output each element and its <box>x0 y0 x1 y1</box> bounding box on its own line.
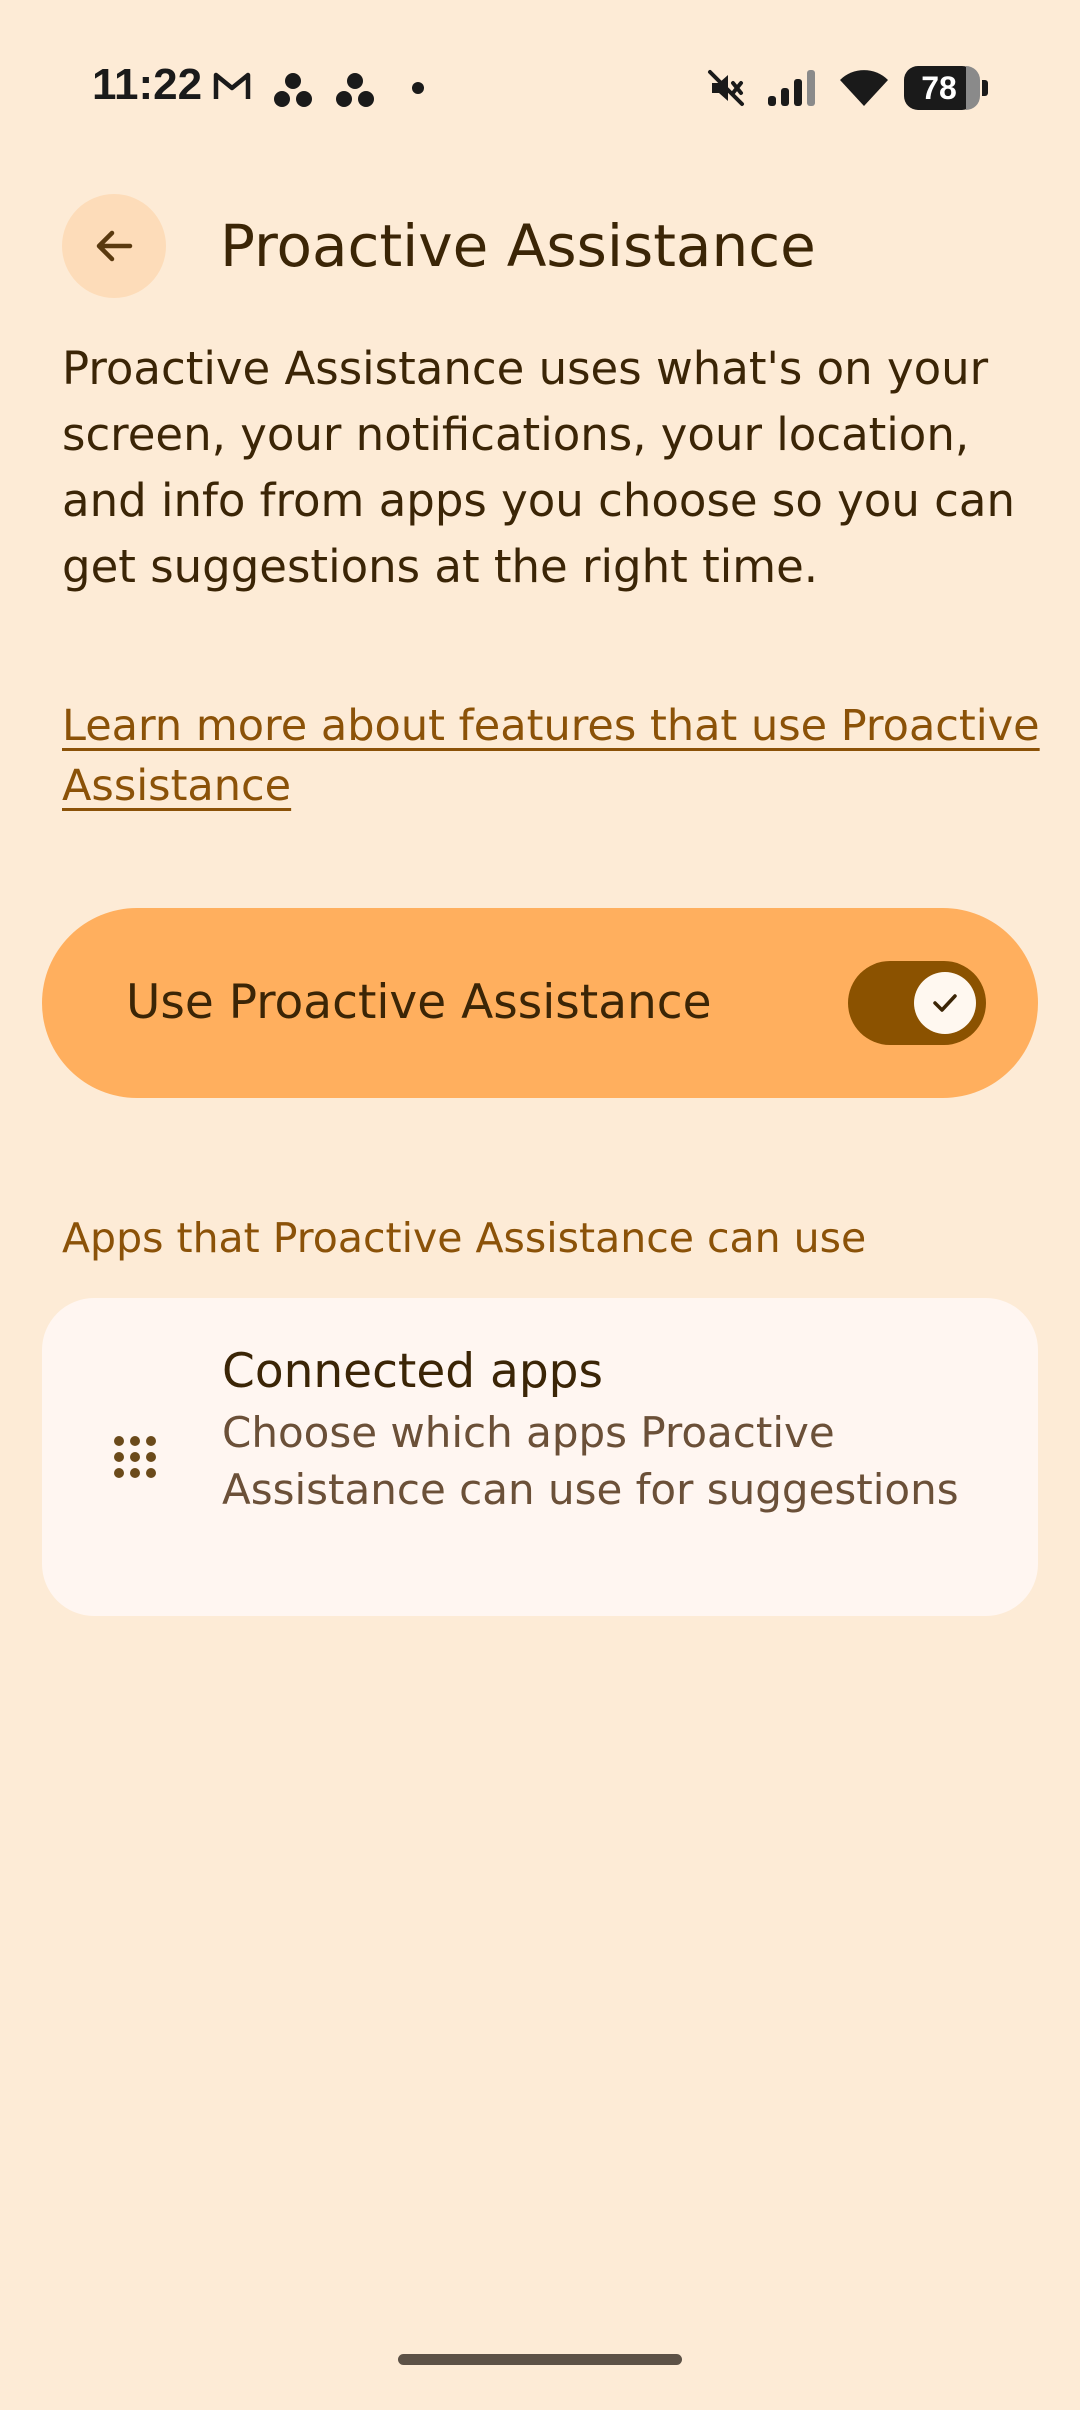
use-proactive-assistance-switch[interactable] <box>848 961 986 1045</box>
learn-more-link[interactable]: Learn more about features that use Proac… <box>62 696 1042 816</box>
toggle-label: Use Proactive Assistance <box>126 975 712 1030</box>
section-header: Apps that Proactive Assistance can use <box>62 1214 867 1262</box>
use-proactive-assistance-toggle-row[interactable]: Use Proactive Assistance <box>42 908 1038 1098</box>
gmail-icon <box>213 72 251 99</box>
switch-thumb <box>914 972 976 1034</box>
mute-icon <box>708 70 744 106</box>
wifi-icon <box>840 70 888 106</box>
back-button[interactable] <box>62 194 166 298</box>
arrow-back-icon <box>96 230 133 262</box>
signal-icon <box>768 70 815 106</box>
connected-apps-title: Connected apps <box>222 1344 603 1399</box>
apps-grid-icon <box>114 1436 156 1478</box>
battery-icon: 78 <box>904 66 988 110</box>
dots-cluster-icon <box>274 73 312 107</box>
status-time: 11:22 <box>92 60 203 109</box>
dot-icon <box>412 82 424 94</box>
page-title: Proactive Assistance <box>220 212 816 280</box>
check-icon <box>933 994 957 1012</box>
description-text: Proactive Assistance uses what's on your… <box>62 342 1015 593</box>
connected-apps-item[interactable]: Connected apps Choose which apps Proacti… <box>42 1298 1038 1616</box>
dots-cluster-icon <box>336 73 374 107</box>
connected-apps-subtitle: Choose which apps Proactive Assistance c… <box>222 1408 959 1514</box>
home-indicator[interactable] <box>398 2354 682 2365</box>
battery-level: 78 <box>921 70 957 106</box>
status-bar: 11:22 78 <box>0 0 1080 176</box>
